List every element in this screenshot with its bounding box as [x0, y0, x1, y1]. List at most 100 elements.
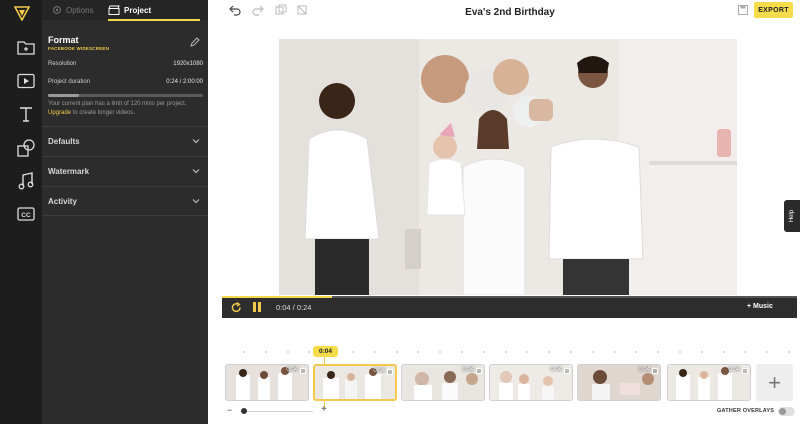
- ruler-tick: [700, 351, 703, 353]
- section-defaults-label: Defaults: [48, 137, 80, 146]
- ruler-tick: [504, 351, 507, 353]
- delete-icon[interactable]: [296, 4, 308, 16]
- duplicate-icon[interactable]: [275, 4, 287, 16]
- chevron-down-icon: [192, 169, 200, 174]
- duration-value: 0:24 / 2:00:00: [166, 79, 203, 85]
- resolution-label: Resolution: [48, 61, 77, 67]
- add-clip-button[interactable]: +: [756, 364, 793, 401]
- ruler-tick: [286, 351, 289, 353]
- undo-icon[interactable]: [229, 4, 241, 16]
- timeline-clip[interactable]: 0:04: [577, 364, 661, 401]
- duration-label: Project duration: [48, 79, 91, 85]
- clip-duration: 0:04: [373, 368, 385, 374]
- help-tab[interactable]: Help: [784, 200, 800, 232]
- clip-duration: 0:04: [728, 367, 740, 373]
- timeline-clip[interactable]: 0:04: [489, 364, 573, 401]
- timeline-clip[interactable]: 0:04: [667, 364, 751, 401]
- timeline-clip[interactable]: 0:04: [225, 364, 309, 401]
- video-editor: CC Options Project Format FACEBOOK WIDES…: [0, 0, 800, 424]
- ruler-tick: [395, 351, 398, 353]
- ruler-tick: [526, 351, 529, 353]
- gear-icon: [53, 6, 61, 14]
- logo-icon[interactable]: [14, 5, 30, 21]
- ruler-tick: [722, 351, 725, 353]
- playhead-time[interactable]: 0:04: [313, 346, 338, 357]
- redo-icon[interactable]: [252, 4, 264, 16]
- duration-row: Project duration 0:24 / 2:00:00: [48, 79, 203, 85]
- clapperboard-icon: [108, 5, 120, 15]
- clip-checkbox[interactable]: [564, 368, 570, 374]
- zoom-out-button[interactable]: −: [227, 405, 232, 415]
- project-title[interactable]: Eva's 2nd Birthday: [420, 7, 600, 18]
- ruler-tick: [679, 351, 681, 353]
- ruler-tick: [308, 351, 311, 353]
- timeline-clip[interactable]: 0:04: [401, 364, 485, 401]
- tab-options-label: Options: [66, 5, 94, 15]
- shapes-icon[interactable]: [16, 138, 36, 158]
- zoom-slider-handle[interactable]: [241, 408, 247, 414]
- ruler-tick: [657, 351, 660, 353]
- tab-options[interactable]: Options: [52, 0, 94, 20]
- playback-progress[interactable]: [222, 296, 797, 298]
- ruler-tick: [548, 351, 551, 353]
- add-music-button[interactable]: + Music: [747, 303, 773, 310]
- playback-progress-fill: [222, 296, 332, 298]
- folder-icon[interactable]: [16, 37, 36, 57]
- timeline-clip-selected[interactable]: 0:04: [313, 364, 397, 401]
- clip-checkbox[interactable]: [300, 368, 306, 374]
- player-controls: 0:04 / 0:24 + Music: [222, 296, 797, 318]
- chevron-down-icon: [192, 139, 200, 144]
- export-button[interactable]: EXPORT: [754, 2, 793, 18]
- ruler-tick: [439, 351, 442, 353]
- ruler-tick: [570, 351, 572, 353]
- gather-overlays-label: GATHER OVERLAYS: [717, 408, 775, 414]
- zoom-slider[interactable]: [243, 411, 313, 412]
- playback-time: 0:04 / 0:24: [276, 303, 312, 312]
- tab-project[interactable]: Project: [108, 0, 151, 20]
- clip-duration: 0:04: [638, 367, 650, 373]
- format-subtitle: FACEBOOK WIDESCREEN: [48, 46, 110, 51]
- zoom-in-button[interactable]: +: [321, 404, 327, 415]
- section-activity-label: Activity: [48, 197, 77, 206]
- resolution-value: 1920x1080: [173, 61, 203, 67]
- replay-icon[interactable]: [231, 302, 242, 313]
- format-title: Format: [48, 35, 79, 45]
- music-icon[interactable]: [16, 171, 36, 191]
- ruler-tick: [417, 351, 420, 353]
- section-watermark[interactable]: Watermark: [42, 156, 208, 186]
- ruler-tick: [243, 351, 245, 353]
- icon-rail: CC: [0, 0, 42, 424]
- resolution-row: Resolution 1920x1080: [48, 61, 203, 67]
- clip-checkbox[interactable]: [742, 368, 748, 374]
- section-defaults[interactable]: Defaults: [42, 126, 208, 156]
- subtitles-icon[interactable]: CC: [16, 204, 36, 224]
- clip-duration: 0:04: [462, 367, 474, 373]
- clip-checkbox[interactable]: [476, 368, 482, 374]
- video-preview-image[interactable]: [279, 39, 737, 295]
- plan-text-2: to create longer videos.: [71, 109, 136, 116]
- tab-project-label: Project: [124, 5, 152, 15]
- gather-overlays-toggle[interactable]: [778, 407, 795, 416]
- clip-checkbox[interactable]: [652, 368, 658, 374]
- ruler-tick: [264, 351, 267, 353]
- clip-duration: 0:04: [550, 367, 562, 373]
- panel-tabs: Options Project: [42, 0, 208, 21]
- ruler-tick: [766, 351, 769, 353]
- project-panel: Options Project Format FACEBOOK WIDESCRE…: [42, 0, 208, 424]
- ruler-tick: [482, 351, 485, 353]
- ruler-tick: [788, 351, 790, 353]
- video-icon[interactable]: [16, 71, 36, 91]
- svg-text:CC: CC: [21, 212, 31, 219]
- text-icon[interactable]: [16, 104, 36, 124]
- ruler-tick: [461, 351, 463, 353]
- pencil-icon[interactable]: [190, 37, 200, 47]
- ruler-tick: [744, 351, 747, 353]
- save-icon[interactable]: [737, 4, 749, 16]
- pause-icon[interactable]: [252, 301, 262, 313]
- clip-checkbox[interactable]: [387, 369, 393, 375]
- clip-duration: 0:04: [286, 367, 298, 373]
- duration-progress: [48, 94, 203, 97]
- upgrade-link[interactable]: Upgrade: [48, 110, 71, 116]
- duration-progress-fill: [48, 94, 79, 97]
- section-activity[interactable]: Activity: [42, 186, 208, 216]
